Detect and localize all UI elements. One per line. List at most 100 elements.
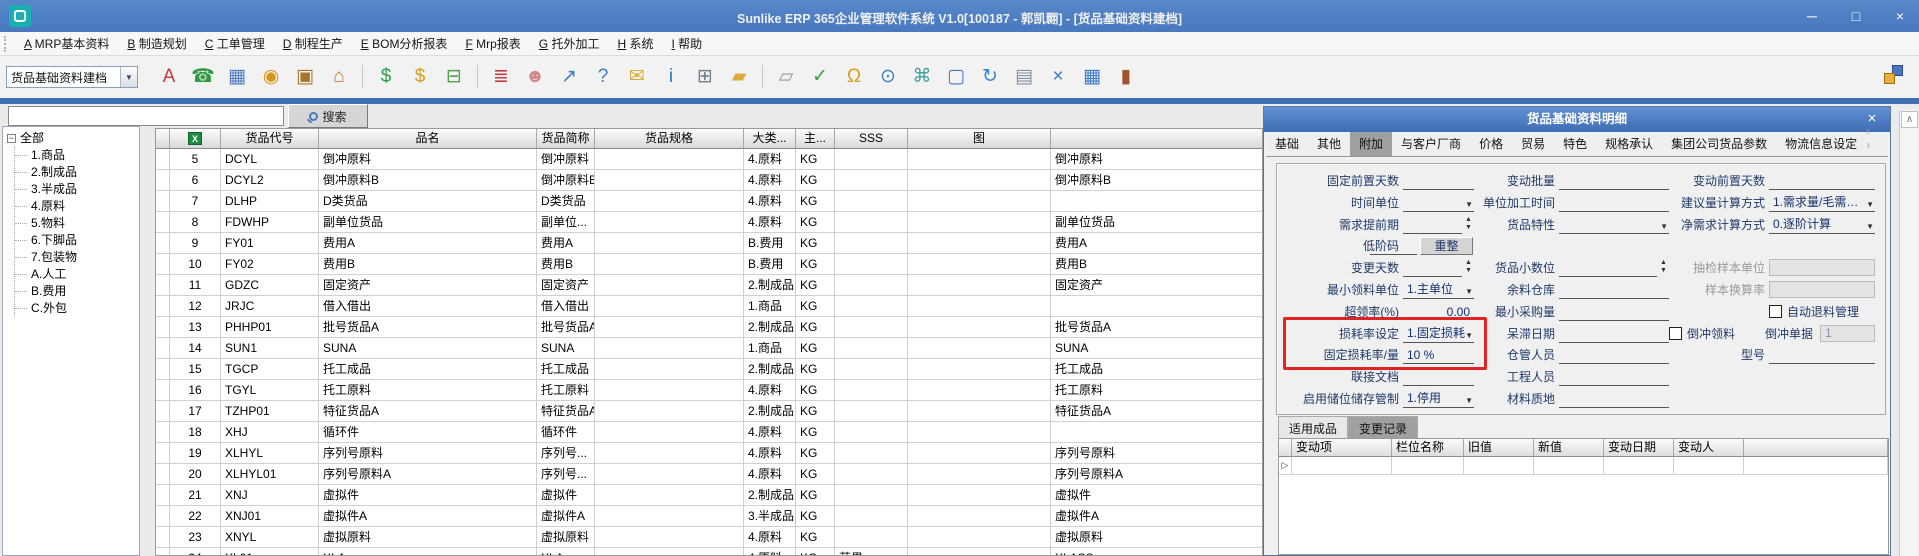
customer-data-icon[interactable]: A (157, 64, 181, 90)
computer-icon[interactable]: ▦ (225, 64, 249, 90)
tab-贸易[interactable]: 贸易 (1512, 132, 1554, 156)
cart-icon[interactable]: ⊟ (442, 64, 466, 90)
exit-icon[interactable]: ▮ (1114, 64, 1138, 90)
refresh-icon[interactable]: ↻ (978, 64, 1002, 90)
tree-item-2[interactable]: 2.制成品 (15, 164, 139, 181)
tab-规格承认[interactable]: 规格承认 (1596, 132, 1662, 156)
table-row[interactable]: 23XNYL虚拟原料虚拟原料4.原料KG虚拟原料 (156, 527, 1262, 548)
table-row[interactable]: 13PHHP01批号货品A批号货品A2.制成品KG批号货品A (156, 317, 1262, 338)
table-row[interactable]: 22XNJ01虚拟件A虚拟件A3.半成品KG虚拟件A (156, 506, 1262, 527)
tab-附加[interactable]: 附加 (1350, 132, 1392, 156)
header-rownum[interactable]: X (170, 129, 221, 149)
restore-button[interactable]: □ (1847, 8, 1865, 24)
table-row[interactable]: 17TZHP01特征货品A特征货品A2.制成品KG特征货品A (156, 401, 1262, 422)
close-button[interactable]: × (1891, 8, 1909, 24)
header-9[interactable]: 图 (908, 129, 1051, 149)
table-row[interactable]: 18XHJ循环件循环件4.原料KG (156, 422, 1262, 443)
table-row[interactable]: 8FDWHP副单位货品副单位...4.原料KG副单位货品 (156, 212, 1262, 233)
clipboard-icon[interactable]: ≣ (489, 64, 513, 90)
link-icon[interactable]: ↗ (557, 64, 581, 90)
sitemap-icon[interactable]: ⌘ (910, 64, 934, 90)
tab-nav-arrows[interactable]: ‹ › (1866, 124, 1888, 156)
backflush-checkbox[interactable] (1669, 327, 1682, 340)
header-8[interactable]: SSS (835, 129, 908, 149)
tree-item-9[interactable]: B.费用 (15, 283, 139, 300)
collapse-icon[interactable]: − (7, 134, 16, 143)
grid-header-栏位名称[interactable]: 栏位名称 (1392, 439, 1464, 457)
chevron-down-icon[interactable]: ▼ (120, 67, 137, 87)
check-icon[interactable]: ✓ (808, 64, 832, 90)
cascade-windows-icon[interactable] (1883, 64, 1905, 86)
info-icon[interactable]: i (659, 64, 683, 90)
module-combobox[interactable]: 货品基础资料建档 ▼ (6, 66, 138, 88)
close-window-icon[interactable]: × (1046, 64, 1070, 90)
table-row[interactable]: 12JRJC借入借出借入借出1.商品KG (156, 296, 1262, 317)
copy-icon[interactable]: ▱ (774, 64, 798, 90)
lock-icon[interactable]: ◉ (259, 64, 283, 90)
tree-item-4[interactable]: 4.原料 (15, 198, 139, 215)
table-row[interactable]: 20XLHYL01序列号原料A序列号...4.原料KG序列号原料A (156, 464, 1262, 485)
search-button[interactable]: 搜索 (288, 104, 368, 128)
folder-icon[interactable]: ▰ (727, 64, 751, 90)
menu-item-A[interactable]: A MRP基本资料 (15, 32, 118, 55)
tab-特色[interactable]: 特色 (1554, 132, 1596, 156)
tree-item-10[interactable]: C.外包 (15, 300, 139, 317)
auto-return-checkbox[interactable] (1769, 305, 1782, 318)
search-icon[interactable]: ⊙ (876, 64, 900, 90)
tree-item-5[interactable]: 5.物料 (15, 215, 139, 232)
printer-icon[interactable]: ▤ (1012, 64, 1036, 90)
table-row[interactable]: 14SUN1SUNASUNA1.商品KGSUNA (156, 338, 1262, 359)
menu-item-B[interactable]: B 制造规划 (118, 32, 195, 55)
tree-item-3[interactable]: 3.半成品 (15, 181, 139, 198)
table-row[interactable]: 16TGYL托工原料托工原料4.原料KG托工原料 (156, 380, 1262, 401)
menu-item-E[interactable]: E BOM分析报表 (352, 32, 457, 55)
field-input[interactable] (1559, 390, 1669, 408)
table-row[interactable]: 6DCYL2倒冲原料B倒冲原料B4.原料KG倒冲原料B (156, 170, 1262, 191)
home-icon[interactable]: ⌂ (327, 64, 351, 90)
field-input[interactable] (1370, 237, 1417, 255)
grid-header-旧值[interactable]: 旧值 (1464, 439, 1534, 457)
minimize-button[interactable]: ─ (1803, 8, 1821, 24)
grid-header-变动项[interactable]: 变动项 (1292, 439, 1392, 457)
panel-scrollbar[interactable]: ∧ (1899, 110, 1918, 556)
search-input[interactable] (8, 106, 284, 126)
display-icon[interactable]: ▢ (944, 64, 968, 90)
users-icon[interactable]: ☻ (523, 64, 547, 90)
bell-icon[interactable]: Ω (842, 64, 866, 90)
money-bag-icon[interactable]: $ (408, 64, 432, 90)
grid-header-变动日期[interactable]: 变动日期 (1604, 439, 1674, 457)
table-row[interactable]: 5DCYL倒冲原料倒冲原料4.原料KG倒冲原料 (156, 149, 1262, 170)
tab-其他[interactable]: 其他 (1308, 132, 1350, 156)
rebuild-button[interactable]: 重整 (1420, 237, 1473, 255)
table-row[interactable]: 11GDZC固定资产固定资产2.制成品KG固定资产 (156, 275, 1262, 296)
table-row[interactable]: 19XLHYL序列号原料序列号...4.原料KG序列号原料 (156, 443, 1262, 464)
table-row[interactable]: 7DLHPD类货品D类货品4.原料KG (156, 191, 1262, 212)
briefcase-icon[interactable]: ▣ (293, 64, 317, 90)
header-5[interactable]: 货品规格 (595, 129, 744, 149)
header-4[interactable]: 货品简称 (537, 129, 595, 149)
tab-与客户厂商[interactable]: 与客户厂商 (1392, 132, 1470, 156)
field-input[interactable] (1559, 368, 1669, 386)
tab-物流信息设定[interactable]: 物流信息设定 (1776, 132, 1866, 156)
tab-基础[interactable]: 基础 (1266, 132, 1308, 156)
header-6[interactable]: 大类... (744, 129, 796, 149)
menu-item-I[interactable]: I 帮助 (663, 32, 712, 55)
change-grid-row[interactable]: ▷ (1279, 457, 1888, 475)
tree-root-all[interactable]: −全部 (7, 130, 139, 147)
grid-header-变动人[interactable]: 变动人 (1674, 439, 1744, 457)
tree-item-6[interactable]: 6.下脚品 (15, 232, 139, 249)
tab-集团公司货品参数[interactable]: 集团公司货品参数 (1662, 132, 1776, 156)
table-row[interactable]: 24XL01XLAXLA4.原料KG苹果XLASS (156, 548, 1262, 556)
tree-item-7[interactable]: 7.包装物 (15, 249, 139, 266)
dropdown-arrow-icon[interactable]: ▼ (1866, 200, 1874, 209)
grid-icon[interactable]: ▦ (1080, 64, 1104, 90)
header-7[interactable]: 主... (796, 129, 835, 149)
table-row[interactable]: 21XNJ虚拟件虚拟件2.制成品KG虚拟件 (156, 485, 1262, 506)
calculator-icon[interactable]: ⊞ (693, 64, 717, 90)
field-input[interactable] (1769, 346, 1875, 364)
excel-export-icon[interactable]: X (188, 132, 202, 145)
dropdown-arrow-icon[interactable]: ▼ (1866, 222, 1874, 231)
table-row[interactable]: 9FY01费用A费用AB.费用KG费用A (156, 233, 1262, 254)
field-input[interactable]: 1.需求量/毛需…▼ (1769, 194, 1875, 212)
tree-item-8[interactable]: A.人工 (15, 266, 139, 283)
